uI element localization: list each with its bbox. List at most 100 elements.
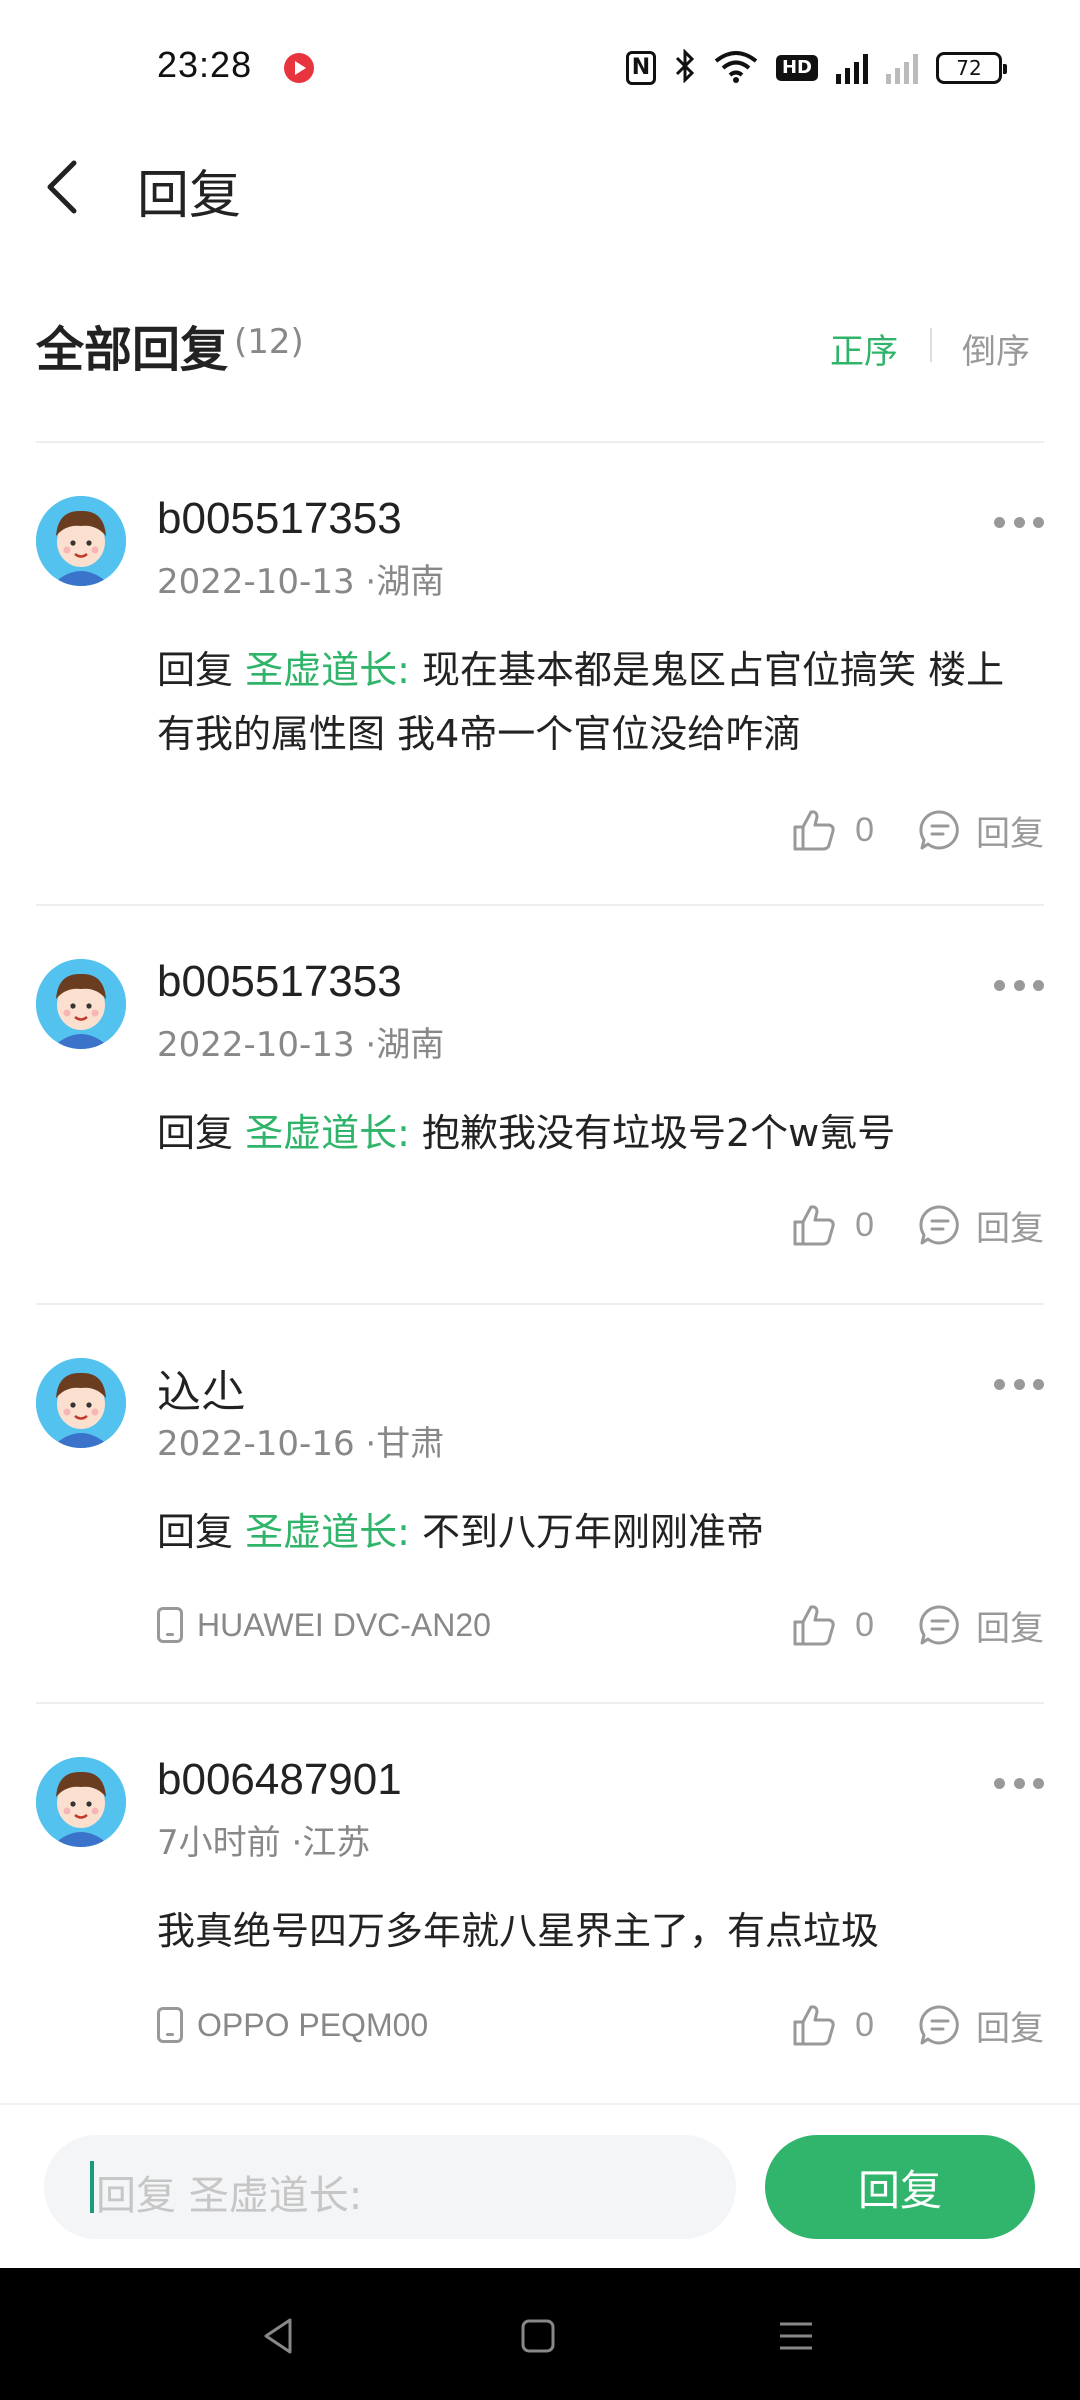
nav-home-button[interactable] [510, 2308, 566, 2364]
reply-prefix: 回复 [157, 1510, 246, 1554]
avatar[interactable] [36, 1757, 126, 1847]
reply-count: (12) [234, 322, 304, 362]
username[interactable]: 込尐 [157, 1356, 245, 1420]
device-name: OPPO PEQM00 [197, 2006, 429, 2043]
system-navigation-bar [0, 2268, 1080, 2400]
avatar-face-icon [36, 496, 126, 586]
reply-action-label: 回复 [976, 2008, 1044, 2049]
mention-link[interactable]: 圣虚道长: [245, 1111, 410, 1155]
section-title: 全部回复 [36, 322, 229, 378]
nav-menu-button[interactable] [768, 2308, 824, 2364]
send-reply-button[interactable]: 回复 [765, 2135, 1035, 2239]
device-name: HUAWEI DVC-AN20 [197, 1606, 491, 1643]
username[interactable]: b005517353 [157, 957, 402, 1007]
comment-body: 我真绝号四万多年就八星界主了，有点垃圾 [157, 1909, 880, 1953]
divider [36, 441, 1044, 443]
signal-secondary-icon [886, 52, 918, 84]
comment-body: 抱歉我没有垃圾号2个w氪号 [409, 1111, 896, 1155]
status-bar: 23:28 N HD 72 [0, 0, 1080, 135]
status-time: 23:28 [157, 44, 253, 85]
like-count: 0 [855, 1205, 874, 1244]
thumb-up-icon [793, 1605, 835, 1646]
avatar-face-icon [36, 959, 126, 1049]
reply-input-bar: 回复 圣虚道长: 回复 [0, 2103, 1080, 2268]
device-info: OPPO PEQM00 [157, 2000, 428, 2050]
replies-section-header: 全部回复 (12) 正序 倒序 [0, 300, 1080, 390]
app-notification-icon [284, 53, 314, 83]
username[interactable]: b006487901 [157, 1755, 402, 1805]
thumb-up-icon [793, 1205, 835, 1246]
reply-input-placeholder: 回复 圣虚道长: [96, 2173, 363, 2219]
thumb-up-icon [793, 2005, 835, 2046]
sort-ascending-button[interactable]: 正序 [830, 324, 898, 373]
hd-icon: HD [775, 55, 818, 81]
divider [36, 904, 1044, 906]
reply-action-label: 回复 [976, 1208, 1044, 1249]
divider [36, 1303, 1044, 1305]
username[interactable]: b005517353 [157, 494, 402, 544]
text-caret [90, 2161, 94, 2213]
comment-text: 回复 圣虚道长: 不到八万年刚刚准帝 [157, 1500, 1037, 1564]
comment-actions: 0 回复 [791, 800, 1044, 860]
sort-divider [930, 328, 932, 362]
reply-action-button[interactable]: 回复 [918, 1201, 1044, 1250]
comment-date-location: 2022-10-13 ·湖南 [157, 562, 445, 602]
comment-date-location: 2022-10-13 ·湖南 [157, 1025, 445, 1065]
nav-home-icon [521, 2319, 555, 2353]
wifi-icon [714, 49, 758, 88]
like-button[interactable]: 0 [791, 1202, 874, 1248]
reply-action-button[interactable]: 回复 [918, 806, 1044, 855]
comment-bubble-icon [919, 2005, 959, 2045]
phone-icon [157, 2007, 183, 2043]
comment-actions: 0 回复 [791, 1595, 1044, 1655]
reply-prefix: 回复 [157, 648, 246, 692]
comment-text: 回复 圣虚道长: 现在基本都是鬼区占官位搞笑 楼上有我的属性图 我4帝一个官位没… [157, 638, 1037, 766]
reply-action-label: 回复 [976, 1608, 1044, 1649]
comment-bubble-icon [919, 1205, 959, 1245]
avatar[interactable] [36, 1358, 126, 1448]
more-icon[interactable] [994, 1372, 1044, 1396]
reply-action-label: 回复 [976, 813, 1044, 854]
status-icons: N HD 72 [625, 46, 1007, 90]
like-button[interactable]: 0 [791, 807, 874, 853]
like-button[interactable]: 0 [791, 1602, 874, 1648]
avatar[interactable] [36, 959, 126, 1049]
comment-text: 我真绝号四万多年就八星界主了，有点垃圾 [157, 1899, 1037, 1963]
comment-body: 不到八万年刚刚准帝 [409, 1510, 764, 1554]
comment-text: 回复 圣虚道长: 抱歉我没有垃圾号2个w氪号 [157, 1101, 1037, 1165]
header: 回复 [0, 135, 1080, 240]
more-icon[interactable] [994, 1771, 1044, 1795]
bluetooth-icon [674, 47, 696, 88]
mention-link[interactable]: 圣虚道长: [245, 1510, 410, 1554]
reply-input[interactable]: 回复 圣虚道长: [44, 2135, 736, 2239]
back-button[interactable] [30, 155, 94, 219]
back-arrow-icon [47, 160, 77, 214]
thumb-up-icon [793, 810, 835, 851]
reply-action-button[interactable]: 回复 [918, 2001, 1044, 2050]
like-count: 0 [855, 810, 874, 849]
like-count: 0 [855, 2005, 874, 2044]
signal-icon [836, 52, 868, 84]
comment-actions: 0 回复 [791, 1195, 1044, 1255]
like-count: 0 [855, 1605, 874, 1644]
phone-icon [157, 1607, 183, 1643]
divider [36, 1702, 1044, 1704]
avatar[interactable] [36, 496, 126, 586]
comment-date-location: 7小时前 ·江苏 [157, 1823, 371, 1863]
like-button[interactable]: 0 [791, 2002, 874, 2048]
nav-back-button[interactable] [252, 2308, 308, 2364]
comment-bubble-icon [919, 1605, 959, 1645]
more-icon[interactable] [994, 973, 1044, 997]
comment-actions: 0 回复 [791, 1995, 1044, 2055]
comment-date-location: 2022-10-16 ·甘肃 [157, 1424, 445, 1464]
reply-action-button[interactable]: 回复 [918, 1601, 1044, 1650]
battery-icon: 72 [936, 52, 1007, 84]
mention-link[interactable]: 圣虚道长: [245, 648, 410, 692]
nav-back-icon [264, 2318, 292, 2354]
sort-descending-button[interactable]: 倒序 [962, 324, 1030, 373]
more-icon[interactable] [994, 510, 1044, 534]
page-title: 回复 [137, 166, 242, 226]
comment-bubble-icon [919, 810, 959, 850]
avatar-face-icon [36, 1358, 126, 1448]
device-info: HUAWEI DVC-AN20 [157, 1600, 491, 1650]
